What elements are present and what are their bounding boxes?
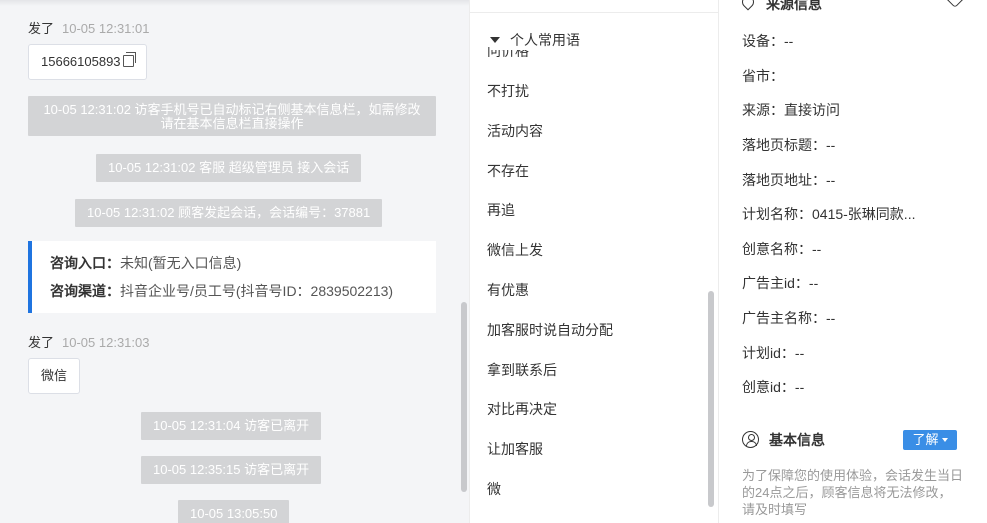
message-text: 微信	[41, 368, 68, 383]
user-circle-icon	[742, 430, 759, 448]
field-label: 计划id：	[742, 345, 795, 361]
message-meta: 发了 10-05 12:31:01	[28, 18, 149, 37]
system-message: 10-05 12:31:04 访客已离开	[141, 412, 322, 440]
header-action-icon[interactable]	[945, 0, 965, 8]
field-value: 直接访问	[784, 102, 840, 118]
field-value: --	[784, 33, 794, 49]
phrase-item[interactable]: 活动内容	[487, 121, 543, 141]
phrase-item[interactable]: 微	[487, 479, 501, 499]
info-field-landing-title: 落地页标题：--	[742, 135, 835, 155]
phrase-item[interactable]: 让加客服	[487, 439, 543, 459]
message-sender: 发了	[28, 335, 55, 350]
phrases-scrollbar[interactable]	[708, 291, 714, 507]
field-value: --	[826, 137, 836, 153]
field-label: 广告主名称：	[742, 310, 826, 326]
system-message: 10-05 12:35:15 访客已离开	[141, 456, 322, 484]
field-label: 落地页标题：	[742, 137, 826, 153]
copy-icon[interactable]	[122, 52, 136, 67]
consult-channel-value: 抖音企业号/员工号(抖音号ID：2839502213)	[120, 283, 394, 299]
edit-notice: 为了保障您的使用体验，会话发生当日的24点之后，顾客信息将无法修改，请及时填写	[742, 468, 964, 517]
system-message: 10-05 12:31:02 客服 超级管理员 接入会话	[96, 154, 362, 182]
phrases-group-header[interactable]: 个人常用语	[490, 30, 586, 50]
system-message: 10-05 13:05:50	[178, 500, 290, 523]
info-field-source: 来源：直接访问	[742, 100, 840, 120]
field-value: --	[808, 275, 819, 291]
message-bubble-wechat[interactable]: 微信	[28, 358, 81, 394]
field-label: 落地页地址：	[742, 172, 826, 188]
phrase-item[interactable]: 不存在	[487, 161, 529, 181]
phrase-item[interactable]: 拿到联系后	[487, 360, 557, 380]
chat-panel: 发了 10-05 12:31:01 15666105893 10-05 12:31…	[0, 0, 469, 523]
field-label: 计划名称：	[742, 206, 812, 222]
caret-down-icon	[941, 438, 948, 442]
phrases-group-title: 个人常用语	[510, 32, 580, 48]
message-time: 10-05 12:31:01	[62, 21, 150, 36]
info-field-device: 设备：--	[742, 31, 793, 51]
field-value: 0415-张琳同款...	[812, 206, 916, 222]
field-value: --	[794, 345, 805, 361]
info-field-creative-name: 创意名称：--	[742, 239, 821, 259]
field-label: 省市：	[742, 68, 784, 84]
phrase-item[interactable]: 再追	[487, 200, 515, 220]
consult-entry-label: 咨询入口：	[50, 255, 120, 271]
learn-more-label: 了解	[912, 432, 939, 447]
phrase-item[interactable]: 加客服时说自动分配	[487, 320, 613, 340]
field-value: --	[826, 172, 836, 188]
message-bubble-phone[interactable]: 15666105893	[28, 44, 147, 80]
phrase-item[interactable]: 微信上发	[487, 240, 543, 260]
phrases-panel: 个人常用语 问价格 不打扰 活动内容 不存在 再追 微信上发 有优惠 加客服时说…	[469, 0, 719, 523]
info-field-creative-id: 创意id：--	[742, 377, 804, 397]
top-shadow	[0, 0, 469, 6]
info-field-landing-url: 落地页地址：--	[742, 170, 835, 190]
system-message: 10-05 12:31:02 顾客发起会话，会话编号：37881	[75, 199, 383, 227]
message-sender: 发了	[28, 21, 55, 36]
system-message: 10-05 12:31:02 访客手机号已自动标记右侧基本信息栏，如需修改请在基…	[28, 96, 436, 136]
customer-info-panel: 来源信息 设备：-- 省市： 来源：直接访问 落地页标题：-- 落地页地址：--…	[720, 0, 987, 523]
message-time: 10-05 12:31:03	[62, 335, 150, 350]
field-label: 广告主id：	[742, 275, 809, 291]
message-text: 15666105893	[41, 54, 121, 69]
phrase-item[interactable]: 有优惠	[487, 280, 529, 300]
field-label: 创意名称：	[742, 241, 812, 257]
basic-info-title: 基本信息	[769, 432, 825, 448]
source-info-header: 来源信息	[739, 0, 822, 14]
field-label: 来源：	[742, 102, 784, 118]
field-value: --	[812, 241, 822, 257]
consult-channel-label: 咨询渠道：	[50, 283, 120, 299]
basic-info-header: 基本信息	[742, 430, 825, 450]
field-value: --	[794, 379, 805, 395]
location-pin-icon	[739, 0, 757, 11]
field-value: --	[826, 310, 836, 326]
message-meta: 发了 10-05 12:31:03	[28, 332, 149, 351]
info-field-plan-name: 计划名称：0415-张琳同款...	[742, 204, 915, 224]
caret-down-icon	[490, 37, 500, 43]
source-info-title: 来源信息	[766, 0, 822, 12]
info-field-advertiser-id: 广告主id：--	[742, 273, 818, 293]
info-field-plan-id: 计划id：--	[742, 343, 804, 363]
consult-info-card: 咨询入口：未知(暂无入口信息) 咨询渠道：抖音企业号/员工号(抖音号ID：283…	[28, 241, 436, 313]
divider	[470, 12, 718, 13]
phrase-item[interactable]: 对比再决定	[487, 399, 557, 419]
field-label: 创意id：	[742, 379, 795, 395]
learn-more-button[interactable]: 了解	[903, 430, 957, 450]
consult-entry-value: 未知(暂无入口信息)	[120, 255, 242, 271]
info-field-advertiser-name: 广告主名称：--	[742, 308, 835, 328]
field-label: 设备：	[742, 33, 784, 49]
info-field-province: 省市：	[742, 66, 784, 86]
phrase-item[interactable]: 不打扰	[487, 81, 529, 101]
chat-scrollbar[interactable]	[461, 302, 467, 492]
